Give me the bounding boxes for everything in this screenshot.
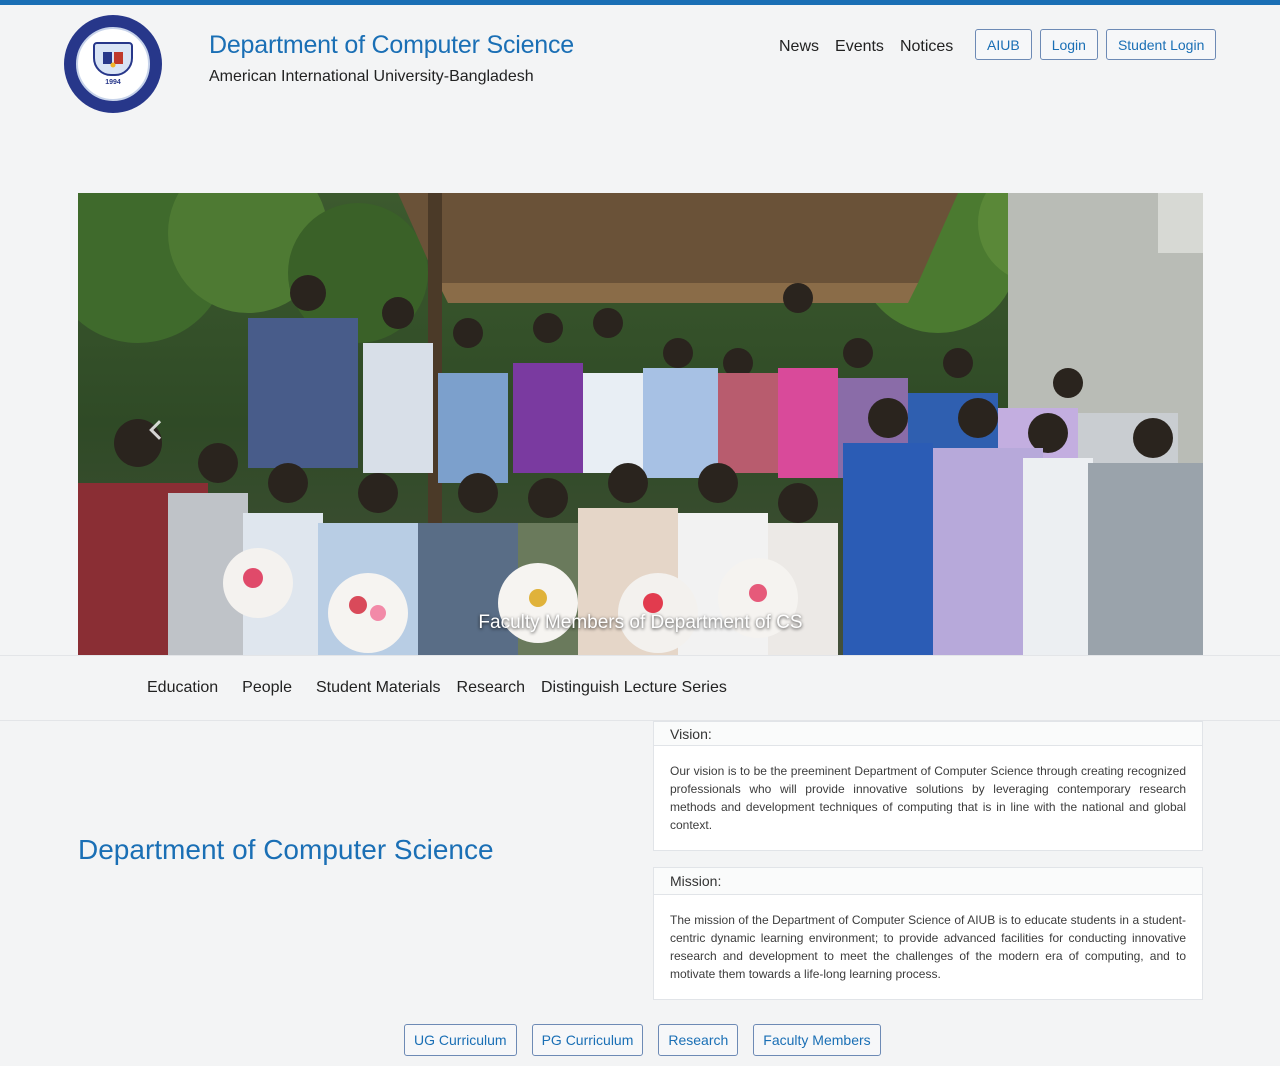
research-button[interactable]: Research: [658, 1024, 739, 1056]
main-navigation: Education People Student Materials Resea…: [0, 655, 1280, 721]
nav-people[interactable]: People: [242, 679, 292, 697]
quick-link-buttons: UG Curriculum PG Curriculum Research Fac…: [404, 1024, 881, 1056]
top-navigation: News Events Notices: [779, 38, 953, 56]
student-login-button[interactable]: Student Login: [1105, 29, 1217, 60]
department-heading: Department of Computer Science: [78, 834, 494, 865]
logo-seal: 1994: [76, 27, 150, 101]
top-accent-bar: [0, 0, 1280, 5]
hero-caption: Faculty Members of Department of CS: [478, 612, 803, 633]
ug-curriculum-button[interactable]: UG Curriculum: [404, 1024, 517, 1056]
hero-group-photo: [78, 193, 1203, 655]
mission-card: Mission: The mission of the Department o…: [653, 867, 1203, 1000]
nav-link-notices[interactable]: Notices: [900, 38, 953, 56]
hero-carousel[interactable]: Faculty Members of Department of CS: [78, 193, 1203, 655]
nav-link-events[interactable]: Events: [835, 38, 884, 56]
auth-buttons: AIUB Login Student Login: [975, 29, 1217, 60]
nav-student-materials[interactable]: Student Materials: [316, 679, 441, 697]
nav-link-news[interactable]: News: [779, 38, 819, 56]
vision-card-text: Our vision is to be the preeminent Depar…: [670, 764, 1186, 832]
logo-year: 1994: [105, 79, 121, 86]
login-button[interactable]: Login: [1039, 29, 1098, 60]
mission-card-title: Mission:: [654, 868, 1202, 895]
logo-shield-icon: [93, 42, 133, 76]
university-logo[interactable]: 1994: [64, 15, 162, 113]
nav-distinguish-lecture-series[interactable]: Distinguish Lecture Series: [541, 679, 727, 697]
faculty-members-button[interactable]: Faculty Members: [753, 1024, 881, 1056]
nav-education[interactable]: Education: [147, 679, 218, 697]
mission-card-text: The mission of the Department of Compute…: [670, 913, 1186, 981]
site-subtitle: American International University-Bangla…: [209, 68, 534, 85]
pg-curriculum-button[interactable]: PG Curriculum: [531, 1024, 644, 1056]
nav-research[interactable]: Research: [457, 679, 525, 697]
vision-card: Vision: Our vision is to be the preemine…: [653, 721, 1203, 851]
site-title[interactable]: Department of Computer Science: [209, 31, 574, 60]
vision-card-title: Vision:: [654, 722, 1202, 746]
aiub-button[interactable]: AIUB: [975, 29, 1032, 60]
